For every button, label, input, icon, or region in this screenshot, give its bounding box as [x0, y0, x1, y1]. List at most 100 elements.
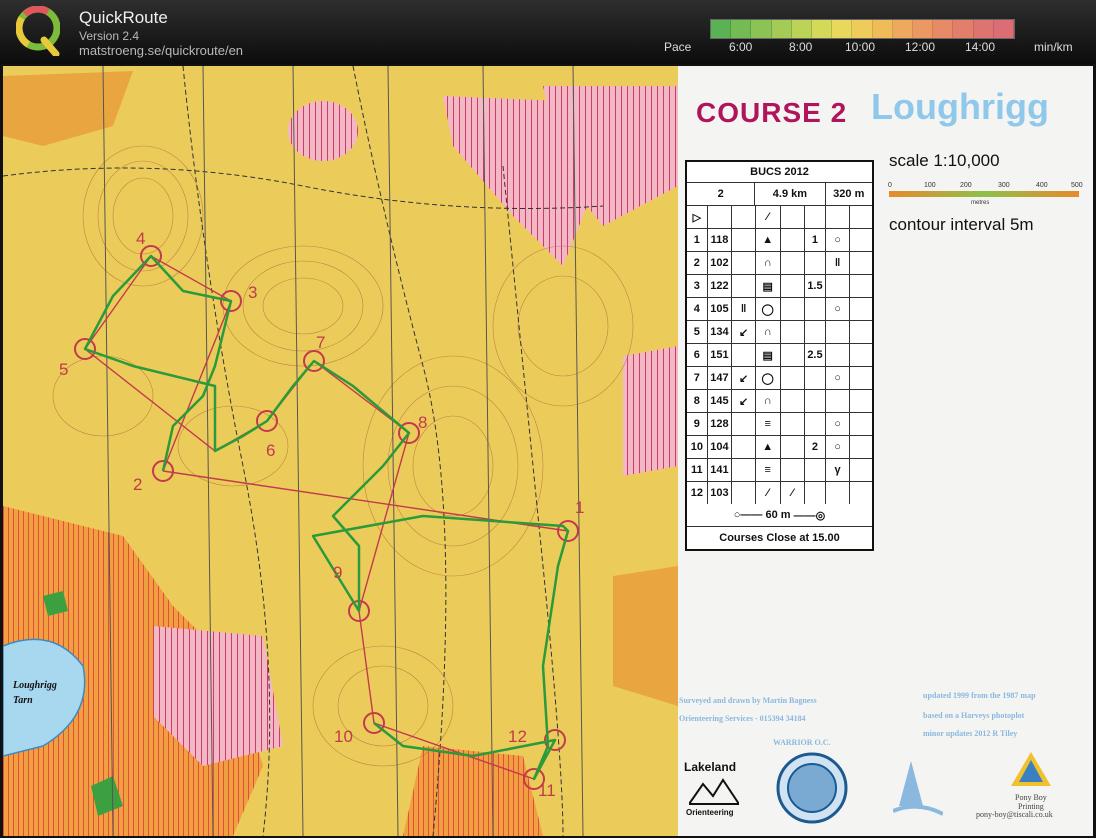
cd-control-row: 1 118 ▲ 1 ○	[687, 229, 872, 252]
dimension: 1	[805, 229, 826, 251]
appearance-icon	[781, 459, 806, 481]
cd-control-row: 3 122 ▤ 1.5	[687, 275, 872, 298]
feature-symbol-icon: ▤	[756, 275, 781, 297]
dimension	[805, 298, 826, 320]
scale-unit: metres	[971, 200, 990, 206]
control-seq: 3	[687, 275, 708, 297]
control-number: 8	[418, 413, 427, 432]
pace-tick-label: 12:00	[905, 40, 936, 54]
finish-double-circle-icon: ——◎	[790, 509, 826, 522]
location-icon	[826, 390, 851, 412]
pace-color-cell	[872, 20, 893, 38]
dimension: 2.5	[805, 344, 826, 366]
cd-finish-row: ○—— 60 m ——◎	[687, 504, 872, 527]
pony-boy-logo-icon	[1011, 752, 1051, 786]
control-code: 105	[708, 298, 733, 320]
control-number: 6	[266, 441, 275, 460]
out-of-bounds-area	[288, 101, 358, 161]
cd-control-row: 4 105 ‖ ◯ ○	[687, 298, 872, 321]
location-icon	[826, 321, 851, 343]
control-code: 102	[708, 252, 733, 274]
scale-tick: 400	[1036, 182, 1048, 189]
appearance-icon	[781, 390, 806, 412]
feature-symbol-icon: ▲	[756, 436, 781, 458]
control-seq: 11	[687, 459, 708, 481]
which-feature-icon: ↙	[732, 390, 756, 412]
control-seq: 2	[687, 252, 708, 274]
app-header: QuickRoute Version 2.4 matstroeng.se/qui…	[0, 0, 1096, 64]
control-seq: 1	[687, 229, 708, 251]
dimension	[805, 482, 826, 504]
scale-bar	[889, 191, 1079, 197]
dimension	[805, 413, 826, 435]
quickroute-logo-icon	[16, 6, 60, 56]
tarn-label: Loughrigg Tarn	[13, 678, 57, 708]
tarn-type: Tarn	[13, 695, 33, 706]
pace-tick-label: 10:00	[845, 40, 876, 54]
scale-tick: 500	[1071, 182, 1083, 189]
other-info-icon	[850, 482, 872, 504]
lakeland-logo-text: Lakeland	[684, 760, 737, 774]
pony-boy-email: pony-boy@tiscali.co.uk	[976, 810, 1053, 819]
appearance-icon	[781, 229, 806, 251]
pace-tick-label: 6:00	[729, 40, 753, 54]
control-seq: 4	[687, 298, 708, 320]
control-code: 151	[708, 344, 733, 366]
which-feature-icon	[732, 275, 756, 297]
credit-minor-updates: minor updates 2012 R Tiley	[923, 729, 1018, 738]
pace-color-cell	[852, 20, 873, 38]
pace-color-cell	[933, 20, 954, 38]
which-feature-icon	[732, 459, 756, 481]
appearance-icon	[781, 344, 806, 366]
app-name: QuickRoute	[79, 8, 168, 27]
control-code: 145	[708, 390, 733, 412]
orienteering-map[interactable]: 1 2 3 4 5 6 7 8 9 10 11 12 COURSE 2 Loug…	[3, 66, 1093, 836]
control-code: 104	[708, 436, 733, 458]
feature-symbol-icon: ∩	[756, 321, 781, 343]
other-info-icon	[850, 436, 872, 458]
app-version: Version 2.4	[79, 29, 140, 43]
lakeland-mountain-icon	[689, 778, 739, 805]
tree-logo-icon	[893, 761, 943, 816]
courses-close: Courses Close at 15.00	[719, 532, 840, 544]
which-feature-icon	[732, 413, 756, 435]
control-code: 147	[708, 367, 733, 389]
control-seq: 6	[687, 344, 708, 366]
other-info-icon	[850, 413, 872, 435]
which-feature-icon	[732, 344, 756, 366]
course-number: 2	[687, 183, 756, 205]
map-scale: scale 1:10,000	[889, 151, 1000, 170]
pace-color-cell	[832, 20, 853, 38]
app-url[interactable]: matstroeng.se/quickroute/en	[79, 43, 243, 58]
event-name: BUCS 2012	[750, 166, 809, 178]
which-feature-icon: ‖	[732, 298, 756, 320]
which-feature-icon: ↙	[732, 367, 756, 389]
credit-photoplot: based on a Harveys photoplot	[923, 711, 1025, 720]
dimension: 2	[805, 436, 826, 458]
pace-color-cell	[913, 20, 934, 38]
which-feature-icon	[732, 482, 756, 504]
which-feature-icon	[732, 252, 756, 274]
dimension	[805, 252, 826, 274]
control-number: 1	[575, 498, 584, 517]
appearance-icon	[781, 413, 806, 435]
control-seq: 8	[687, 390, 708, 412]
area-name: Loughrigg	[871, 86, 1049, 127]
location-icon	[826, 482, 851, 504]
cd-control-row: 12 103 ⁄ ⁄	[687, 482, 872, 504]
pace-color-cell	[973, 20, 994, 38]
open-land	[613, 566, 678, 706]
cd-control-row: 7 147 ↙ ◯ ○	[687, 367, 872, 390]
pace-color-cell	[953, 20, 974, 38]
start-triangle-icon: ▷	[687, 206, 708, 228]
finish-distance: 60 m	[765, 509, 791, 521]
control-seq: 12	[687, 482, 708, 504]
location-icon	[826, 344, 851, 366]
feature-symbol-icon: ◯	[756, 298, 781, 320]
feature-symbol-icon: ⁄	[756, 482, 781, 504]
control-number: 10	[334, 727, 353, 746]
control-number: 5	[59, 360, 68, 379]
control-number: 7	[316, 333, 325, 352]
control-seq: 10	[687, 436, 708, 458]
control-number: 3	[248, 283, 257, 302]
